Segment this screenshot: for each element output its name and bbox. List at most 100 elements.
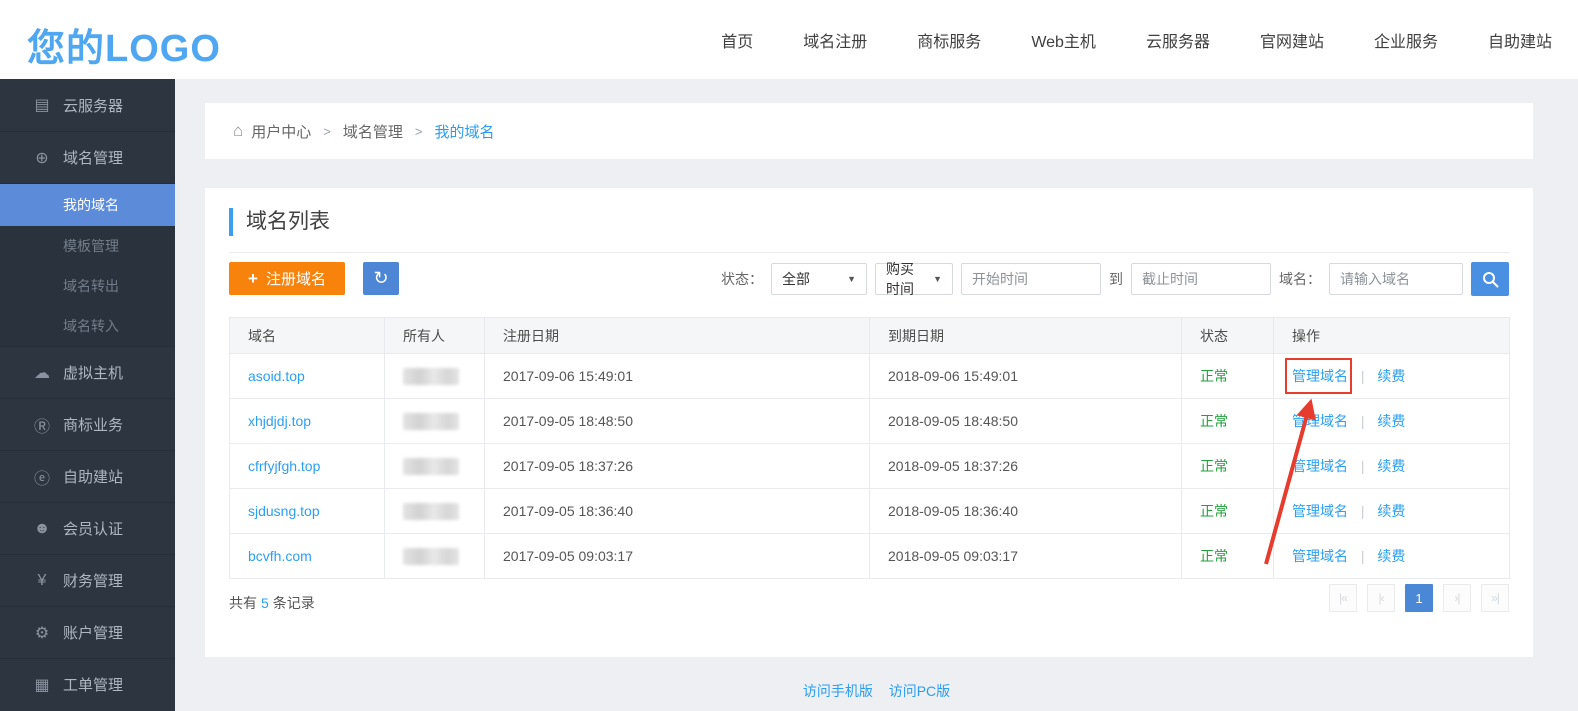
home-icon: ⌂ [233,121,243,141]
renew-link[interactable]: 续费 [1377,503,1405,519]
end-date-input[interactable] [1131,263,1271,295]
status-select[interactable]: 全部 ▼ [771,263,867,295]
sidebar-item-domain-transfer-in[interactable]: 域名转入 [0,306,175,346]
column-header-domain: 域名 [230,318,385,354]
owner-redacted [403,503,459,520]
manage-domain-link[interactable]: 管理域名 [1292,458,1348,474]
registered-date: 2017-09-05 18:48:50 [485,399,870,444]
domain-list-panel: 域名列表 + 注册域名 ↻ 状态： 全部 ▼ 购买时间 ▼ 到 域名： [205,188,1533,657]
time-type-select[interactable]: 购买时间 ▼ [875,263,953,295]
footer: 访问手机版 访问PC版 [175,681,1578,701]
sidebar-item-account[interactable]: ⚙ 账户管理 [0,606,175,658]
sidebar-item-site-builder[interactable]: ⓔ 自助建站 [0,450,175,502]
column-header-owner: 所有人 [385,318,485,354]
footer-pc-version-link[interactable]: 访问PC版 [889,683,950,699]
status-badge: 正常 [1200,503,1228,519]
sidebar-item-domain-transfer-out[interactable]: 域名转出 [0,266,175,306]
domain-search-input[interactable] [1329,263,1463,295]
action-separator: | [1361,368,1365,384]
sidebar-item-cloud-server[interactable]: ▤ 云服务器 [0,79,175,131]
expire-date: 2018-09-05 18:36:40 [870,489,1182,534]
nav-self-service-site[interactable]: 自助建站 [1488,28,1552,52]
sidebar-item-label: 域名管理 [63,147,123,168]
expire-date: 2018-09-06 15:49:01 [870,354,1182,399]
manage-domain-link[interactable]: 管理域名 [1292,413,1348,429]
sidebar-item-label: 会员认证 [63,518,123,539]
expire-date: 2018-09-05 18:37:26 [870,444,1182,489]
toolbar: + 注册域名 ↻ 状态： 全部 ▼ 购买时间 ▼ 到 域名： [229,262,1509,296]
sidebar-item-virtual-host[interactable]: ☁ 虚拟主机 [0,346,175,398]
status-filter-label: 状态： [721,269,763,289]
pagination-first-button[interactable]: |« [1329,584,1357,612]
breadcrumb-separator: > [415,124,423,139]
pagination: |« |‹ 1 ›| »| [1329,584,1509,612]
nav-enterprise-service[interactable]: 企业服务 [1374,28,1438,52]
work-order-icon: ▦ [30,675,54,695]
table-header-row: 域名 所有人 注册日期 到期日期 状态 操作 [230,318,1510,354]
register-domain-button[interactable]: + 注册域名 [229,262,345,295]
start-date-input[interactable] [961,263,1101,295]
sidebar-item-member-verify[interactable]: ☻ 会员认证 [0,502,175,554]
status-select-value: 全部 [782,269,810,289]
refresh-button[interactable]: ↻ [363,262,399,295]
pagination-next-button[interactable]: ›| [1443,584,1471,612]
breadcrumb: ⌂ 用户中心 > 域名管理 > 我的域名 [205,103,1533,159]
sidebar-item-trademark[interactable]: Ⓡ 商标业务 [0,398,175,450]
domain-link[interactable]: sjdusng.top [248,503,320,519]
renew-link[interactable]: 续费 [1377,413,1405,429]
domain-link[interactable]: xhjdjdj.top [248,413,311,429]
sidebar-item-template-manage[interactable]: 模板管理 [0,226,175,266]
manage-domain-link[interactable]: 管理域名 [1292,368,1348,384]
renew-link[interactable]: 续费 [1377,458,1405,474]
table-row: bcvfh.com 2017-09-05 09:03:17 2018-09-05… [230,534,1510,579]
nav-website-building[interactable]: 官网建站 [1260,28,1324,52]
column-header-actions: 操作 [1274,318,1510,354]
sidebar-item-work-order[interactable]: ▦ 工单管理 [0,658,175,710]
refresh-icon: ↻ [373,268,388,288]
sidebar-item-label: 商标业务 [63,414,123,435]
footer-mobile-version-link[interactable]: 访问手机版 [803,683,873,699]
nav-home[interactable]: 首页 [721,28,753,52]
record-count-summary: 共有5条记录 [229,593,315,613]
search-button[interactable] [1471,262,1509,296]
pagination-last-button[interactable]: »| [1481,584,1509,612]
pagination-prev-button[interactable]: |‹ [1367,584,1395,612]
action-separator: | [1361,503,1365,519]
globe-icon: ⊕ [30,148,54,168]
domain-link[interactable]: bcvfh.com [248,548,312,564]
domain-link[interactable]: cfrfyjfgh.top [248,458,320,474]
member-verify-icon: ☻ [30,520,54,538]
domain-link[interactable]: asoid.top [248,368,305,384]
time-type-value: 购买时间 [886,259,925,299]
nav-trademark-service[interactable]: 商标服务 [917,28,981,52]
nav-web-hosting[interactable]: Web主机 [1031,28,1096,52]
finance-yuan-icon: ¥ [30,572,54,590]
manage-domain-link[interactable]: 管理域名 [1292,548,1348,564]
search-icon [1482,271,1499,288]
breadcrumb-domain-manage[interactable]: 域名管理 [343,121,403,142]
registered-date: 2017-09-06 15:49:01 [485,354,870,399]
nav-cloud-server[interactable]: 云服务器 [1146,28,1210,52]
sidebar-item-my-domains[interactable]: 我的域名 [0,184,175,226]
breadcrumb-separator: > [323,124,331,139]
sidebar-item-domain-manage[interactable]: ⊕ 域名管理 [0,131,175,183]
nav-domain-register[interactable]: 域名注册 [803,28,867,52]
sidebar-item-finance[interactable]: ¥ 财务管理 [0,554,175,606]
table-row: asoid.top 2017-09-06 15:49:01 2018-09-06… [230,354,1510,399]
owner-redacted [403,458,459,475]
site-logo[interactable]: 您的LOGO [27,17,221,72]
renew-link[interactable]: 续费 [1377,368,1405,384]
pagination-page-1[interactable]: 1 [1405,584,1433,612]
manage-domain-link[interactable]: 管理域名 [1292,503,1348,519]
renew-link[interactable]: 续费 [1377,548,1405,564]
domain-filter-label: 域名： [1279,269,1321,289]
breadcrumb-user-center[interactable]: 用户中心 [251,121,311,142]
expire-date: 2018-09-05 18:48:50 [870,399,1182,444]
table-row: xhjdjdj.top 2017-09-05 18:48:50 2018-09-… [230,399,1510,444]
filter-bar: 状态： 全部 ▼ 购买时间 ▼ 到 域名： [721,262,1509,296]
registered-date: 2017-09-05 18:37:26 [485,444,870,489]
column-header-expires: 到期日期 [870,318,1182,354]
action-separator: | [1361,413,1365,429]
breadcrumb-my-domains[interactable]: 我的域名 [435,121,495,142]
domain-table: 域名 所有人 注册日期 到期日期 状态 操作 asoid.top 2017-09… [229,317,1510,579]
